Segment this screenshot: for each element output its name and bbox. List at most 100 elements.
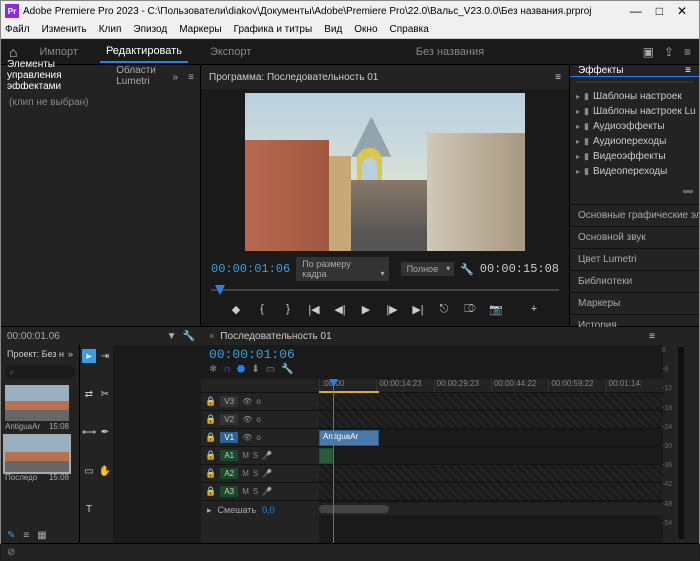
resolution-dropdown[interactable]: Полное — [401, 262, 455, 276]
settings-icon[interactable]: 🔧 — [460, 263, 474, 276]
fx-folder-audio-effects[interactable]: ▸▮Аудиоэффекты — [574, 119, 695, 134]
timeline-timecode[interactable]: 00:00:01:06 — [209, 347, 295, 362]
timeline-playhead[interactable] — [333, 379, 334, 543]
sequence-tab[interactable]: Последовательность 01 — [220, 331, 331, 342]
wrench-icon[interactable]: 🔧 — [183, 331, 195, 342]
lane-a1[interactable] — [319, 447, 663, 465]
panel-essential-sound[interactable]: Основной звук — [570, 226, 699, 248]
type-tool[interactable]: T — [82, 503, 96, 517]
menu-edit[interactable]: Изменить — [42, 24, 87, 35]
lift-icon[interactable]: ⎋ — [436, 303, 452, 316]
project-item[interactable]: AntiguaAr15:08 — [5, 385, 69, 432]
lane-v3[interactable] — [319, 393, 663, 411]
insert-icon[interactable]: ⬇ — [251, 364, 259, 375]
track-v1[interactable]: 🔒V1👁o — [201, 429, 319, 447]
project-search[interactable]: ⌕ — [5, 365, 75, 379]
home-icon[interactable]: ⌂ — [9, 44, 17, 60]
lane-v1[interactable]: AntiguaAr — [319, 429, 663, 447]
track-v2[interactable]: 🔒V2👁o — [201, 411, 319, 429]
project-tab[interactable]: Проект: Без н — [7, 349, 64, 359]
track-v3[interactable]: 🔒V3👁o — [201, 393, 319, 411]
sequence-close-icon[interactable]: × — [209, 331, 214, 341]
extract-icon[interactable]: ⎄ — [462, 303, 478, 316]
maximize-button[interactable]: □ — [656, 4, 663, 18]
panel-essential-graphics[interactable]: Основные графические элементы — [570, 204, 699, 226]
lane-a3[interactable] — [319, 483, 663, 501]
overwrite-icon[interactable]: ▭ — [266, 364, 275, 375]
go-to-out-icon[interactable]: ▶| — [410, 303, 426, 316]
lane-a2[interactable] — [319, 465, 663, 483]
fx-folder-audio-transitions[interactable]: ▸▮Аудиопереходы — [574, 134, 695, 149]
panel-libraries[interactable]: Библиотеки — [570, 270, 699, 292]
panel-menu-icon[interactable]: ≡ — [188, 72, 194, 83]
panel-more-icon[interactable]: » — [173, 72, 179, 83]
step-forward-icon[interactable]: |▶ — [384, 303, 400, 316]
program-scrubber[interactable] — [201, 283, 569, 297]
tab-lumetri-scopes[interactable]: Области Lumetri — [116, 65, 162, 89]
effects-menu-icon[interactable]: ≡ — [685, 65, 691, 76]
fx-folder-video-transitions[interactable]: ▸▮Видеопереходы — [574, 164, 695, 179]
panel-markers[interactable]: Маркеры — [570, 292, 699, 314]
video-clip[interactable]: AntiguaAr — [319, 430, 379, 446]
share-icon[interactable]: ⇪ — [664, 45, 674, 59]
filter-icon[interactable]: ▼ — [167, 331, 177, 342]
menu-sequence[interactable]: Эпизод — [133, 24, 167, 35]
program-menu-icon[interactable]: ≡ — [555, 72, 561, 83]
track-a1[interactable]: 🔒A1MS🎤 — [201, 447, 319, 465]
ripple-tool[interactable]: ⇄ — [82, 387, 96, 401]
quick-export-icon[interactable]: ▣ — [643, 45, 654, 59]
hand-tool[interactable]: ✋ — [98, 464, 112, 478]
track-a3[interactable]: 🔒A3MS🎤 — [201, 483, 319, 501]
razor-tool[interactable]: ✂ — [98, 387, 112, 401]
menu-file[interactable]: Файл — [5, 24, 30, 35]
lane-v2[interactable] — [319, 411, 663, 429]
fx-folder-presets[interactable]: ▸▮Шаблоны настроек — [574, 89, 695, 104]
marker-add-icon[interactable]: ◆ — [228, 303, 244, 316]
linked-selection-icon[interactable]: ∩ — [223, 364, 230, 375]
menu-window[interactable]: Окно — [354, 24, 377, 35]
settings-icon[interactable]: 🔧 — [281, 364, 293, 375]
close-button[interactable]: ✕ — [677, 4, 687, 18]
slip-tool[interactable]: ⟷ — [82, 426, 96, 440]
button-editor-icon[interactable]: + — [526, 303, 542, 316]
marker-icon[interactable]: ⬣ — [237, 364, 246, 375]
workspace-edit[interactable]: Редактировать — [100, 41, 188, 63]
track-a2[interactable]: 🔒A2MS🎤 — [201, 465, 319, 483]
workspace-export[interactable]: Экспорт — [204, 42, 257, 62]
program-monitor[interactable] — [245, 93, 525, 251]
list-view-icon[interactable]: ≡ — [23, 530, 29, 541]
timeline-tracks[interactable]: :00:0000:00:14:2300:00:29:2300:00:44:220… — [319, 379, 663, 543]
track-select-tool[interactable]: ⇥ — [98, 349, 112, 363]
menu-markers[interactable]: Маркеры — [179, 24, 221, 35]
mark-in-icon[interactable]: { — [254, 303, 270, 316]
edit-icon[interactable]: ✎ — [7, 530, 15, 541]
mark-out-icon[interactable]: } — [280, 303, 296, 316]
go-to-in-icon[interactable]: |◀ — [306, 303, 322, 316]
rectangle-tool[interactable]: ▭ — [82, 464, 96, 478]
audio-clip[interactable] — [319, 448, 333, 464]
menu-clip[interactable]: Клип — [99, 24, 122, 35]
new-bin-icon[interactable]: ▬ — [683, 185, 693, 196]
panel-lumetri-color[interactable]: Цвет Lumetri — [570, 248, 699, 270]
work-area-bar[interactable] — [319, 391, 379, 393]
workspace-menu-icon[interactable]: ≡ — [684, 45, 691, 59]
project-item[interactable]: Последо15:08 — [5, 436, 69, 483]
menu-view[interactable]: Вид — [324, 24, 342, 35]
mix-row[interactable]: ▸Смешать0,0 — [201, 501, 319, 519]
snap-icon[interactable]: ❄ — [209, 364, 217, 375]
minimize-button[interactable]: — — [630, 4, 642, 18]
export-frame-icon[interactable]: 📷 — [488, 303, 504, 316]
project-more-icon[interactable]: » — [68, 349, 73, 359]
selection-tool[interactable]: ▸ — [82, 349, 96, 363]
program-timecode-left[interactable]: 00:00:01:06 — [211, 262, 290, 276]
menu-help[interactable]: Справка — [390, 24, 429, 35]
effects-search[interactable] — [576, 81, 693, 83]
zoom-fit-dropdown[interactable]: По размеру кадра — [296, 257, 388, 281]
fx-folder-video-effects[interactable]: ▸▮Видеоэффекты — [574, 149, 695, 164]
menu-graphics[interactable]: Графика и титры — [234, 24, 313, 35]
fx-folder-lumetri-presets[interactable]: ▸▮Шаблоны настроек Lumetri — [574, 104, 695, 119]
timeline-menu-icon[interactable]: ≡ — [649, 331, 655, 342]
step-back-icon[interactable]: ◀| — [332, 303, 348, 316]
icon-view-icon[interactable]: ▦ — [37, 530, 46, 541]
play-icon[interactable]: ▶ — [358, 303, 374, 316]
